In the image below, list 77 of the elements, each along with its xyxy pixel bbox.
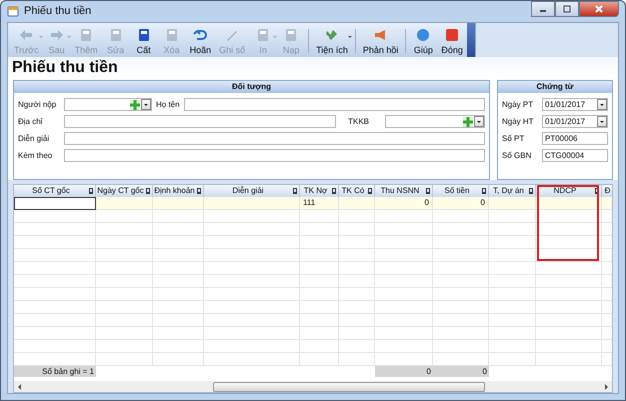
megaphone-icon (374, 28, 388, 42)
toolbar-button[interactable]: Đóng (437, 25, 467, 57)
text-field[interactable] (64, 115, 336, 128)
column-header[interactable]: TK Nợ (300, 185, 339, 197)
table-cell: 0 (433, 197, 489, 210)
field-label: Ngày PT (502, 100, 534, 109)
maximize-icon (563, 5, 571, 13)
table-cell (602, 197, 612, 210)
date-field[interactable]: 01/01/2017 (542, 115, 608, 128)
dropdown-button[interactable] (474, 116, 484, 127)
dropdown-button[interactable] (597, 116, 607, 127)
combo-field[interactable] (385, 115, 485, 128)
column-header[interactable]: Diễn giải (204, 185, 300, 197)
undo-icon (193, 28, 208, 42)
horizontal-scrollbar[interactable] (14, 381, 612, 392)
save-icon (136, 28, 151, 42)
cell-editor[interactable] (14, 197, 96, 210)
toolbar-button[interactable]: Cất (130, 25, 158, 57)
text-field[interactable]: CTG00004 (542, 149, 608, 162)
table-cell (153, 197, 204, 210)
table-cell (339, 197, 375, 210)
total-cell: 0 (433, 366, 489, 377)
document-icon (164, 28, 179, 42)
minimize-button[interactable] (531, 1, 555, 17)
maximize-button[interactable] (555, 1, 579, 17)
toolbar-button[interactable]: Hoãn (186, 25, 216, 57)
field-label: Ngày HT (502, 117, 535, 126)
date-field[interactable]: 01/01/2017 (542, 98, 608, 111)
back-arrow-icon (19, 28, 34, 42)
field-label: TKKB (348, 117, 369, 126)
toolbar-button[interactable]: Giúp (409, 25, 438, 57)
total-cell: 0 (375, 366, 433, 377)
column-header[interactable]: Số tiền (433, 185, 489, 197)
table-cell: 111 (300, 197, 339, 210)
panel-header: Chứng từ (498, 81, 612, 93)
close-icon (595, 5, 603, 13)
table-cell (536, 197, 602, 210)
toolbar-overflow-button[interactable] (466, 23, 475, 57)
field-label: Địa chỉ (18, 117, 44, 126)
scroll-right-icon[interactable] (605, 384, 608, 390)
field-label: Số PT (502, 134, 526, 143)
field-label: Số GBN (502, 151, 532, 160)
dropdown-button[interactable] (597, 99, 607, 110)
page-heading: Phiếu thu tiền (8, 57, 618, 80)
column-header[interactable]: T, Dự án (489, 185, 536, 197)
field-label: Họ tên (156, 100, 180, 109)
column-header[interactable]: Thu NSNN (375, 185, 433, 197)
combo-field[interactable] (64, 98, 152, 111)
table-cell (489, 197, 536, 210)
column-header[interactable]: Ngày CT gốc (96, 185, 153, 197)
table-cell (96, 197, 153, 210)
table-cell: 0 (375, 197, 433, 210)
text-field[interactable]: PT00006 (542, 132, 608, 145)
panel-header: Đối tượng (14, 81, 489, 93)
text-field[interactable] (64, 149, 485, 162)
window-title: Phiếu thu tiền (24, 5, 92, 17)
text-field[interactable] (64, 132, 485, 145)
column-header[interactable]: Định khoản (153, 185, 204, 197)
toolbar-button[interactable]: Phản hồi (358, 25, 402, 57)
column-header[interactable]: Đ (602, 185, 612, 197)
record-count: Số bản ghi = 1 (14, 366, 96, 377)
scroll-left-icon[interactable] (18, 384, 21, 390)
document-icon (256, 28, 270, 42)
field-label: Người nộp (18, 100, 58, 109)
field-label: Diễn giải (18, 134, 50, 143)
field-label: Kèm theo (18, 151, 54, 160)
column-header[interactable]: Số CT gốc (14, 185, 96, 197)
dropdown-button[interactable] (141, 99, 151, 110)
document-icon (284, 28, 298, 42)
text-field[interactable] (184, 98, 485, 111)
close-button[interactable] (579, 1, 619, 17)
toolbar-button[interactable]: Tiện ích (312, 25, 352, 57)
document-icon (108, 28, 123, 42)
forward-arrow-icon (50, 28, 64, 42)
document-icon (79, 28, 94, 42)
column-header[interactable]: TK Có (339, 185, 375, 197)
app-icon (7, 5, 19, 17)
